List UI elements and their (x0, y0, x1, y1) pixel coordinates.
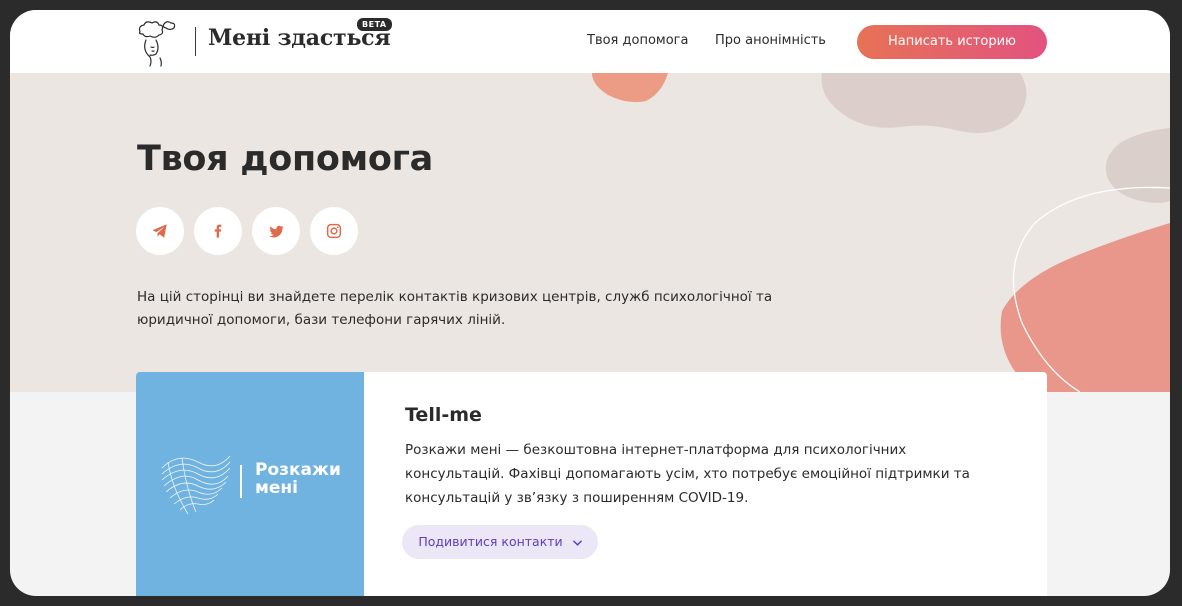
beta-badge: BETA (357, 18, 392, 31)
nav-link-help[interactable]: Твоя допомога (587, 33, 688, 48)
card-image-divider (240, 465, 242, 498)
browser-frame: Мені здасться BETA Твоя допомога Про ано… (10, 10, 1170, 596)
card-title: Tell-me (405, 404, 482, 426)
card-image: Розкажи мені (136, 372, 364, 596)
instagram-button[interactable] (310, 207, 358, 255)
chevron-down-icon (572, 539, 582, 546)
card-description: Розкажи мені — безкоштовна інтернет-плат… (405, 442, 970, 506)
facebook-button[interactable] (194, 207, 242, 255)
card-image-label: Розкажи мені (255, 460, 341, 498)
view-contacts-button[interactable]: Подивитися контакти (402, 525, 598, 559)
intro-text: На цій сторінці ви знайдете перелік конт… (137, 289, 773, 328)
write-story-button[interactable]: Написать историю (857, 25, 1047, 59)
decorative-blobs (592, 73, 1170, 392)
resource-card: Розкажи мені Tell-me Розкажи мені — безк… (136, 372, 1047, 596)
twitter-button[interactable] (252, 207, 300, 255)
logo-divider (195, 27, 196, 56)
view-contacts-label: Подивитися контакти (418, 534, 563, 549)
nav-link-anonymity[interactable]: Про анонімність (715, 33, 826, 48)
site-header: Мені здасться BETA Твоя допомога Про ано… (10, 10, 1170, 73)
page-title: Твоя допомога (137, 139, 433, 179)
wave-logo-icon (161, 455, 231, 515)
telegram-icon (152, 224, 167, 238)
telegram-button[interactable] (136, 207, 184, 255)
hero-section: Твоя допомога На цій сторінці ви знайдет… (10, 73, 1170, 392)
twitter-icon (268, 225, 284, 237)
logo-icon[interactable] (134, 18, 184, 68)
instagram-icon (326, 223, 342, 239)
facebook-icon (214, 224, 222, 238)
